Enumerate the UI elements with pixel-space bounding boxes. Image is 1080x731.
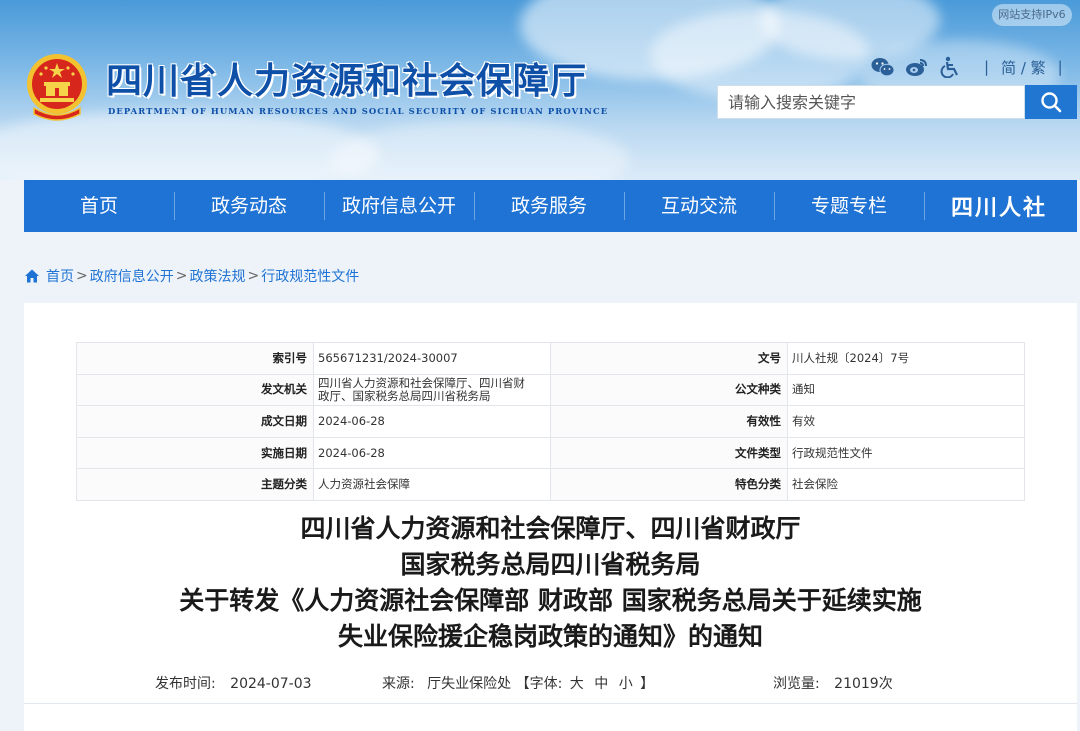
font-size-small-button[interactable]: 小 — [619, 676, 633, 692]
font-size-close: 】 — [640, 676, 655, 692]
separator: | — [1057, 58, 1063, 76]
meta-key: 文件类型 — [550, 436, 788, 470]
table-row: 实施日期 2024-06-28 文件类型 行政规范性文件 — [76, 436, 1025, 470]
meta-value: 2024-06-28 — [313, 436, 551, 470]
table-row: 发文机关 四川省人力资源和社会保障厅、四川省财 政厅、国家税务总局四川省税务局 … — [76, 373, 1025, 407]
font-size-large-button[interactable]: 大 — [570, 676, 584, 692]
meta-value-line: 政厅、国家税务总局四川省税务局 — [318, 388, 491, 403]
article-container: 索引号 565671231/2024-30007 文号 川人社规〔2024〕7号… — [24, 303, 1077, 731]
table-row: 成文日期 2024-06-28 有效性 有效 — [76, 405, 1025, 438]
meta-key: 实施日期 — [76, 436, 314, 470]
weibo-icon[interactable] — [904, 55, 930, 79]
article-title-line: 四川省人力资源和社会保障厅、四川省财政厅 — [300, 514, 801, 543]
nav-news[interactable]: 政务动态 — [174, 180, 324, 232]
breadcrumb-info-disclosure[interactable]: 政府信息公开 — [90, 266, 174, 286]
meta-key: 公文种类 — [550, 373, 788, 407]
main-nav: 首页 政务动态 政府信息公开 政务服务 互动交流 专题专栏 四川人社 — [24, 180, 1077, 232]
meta-value: 565671231/2024-30007 — [313, 342, 551, 375]
accessibility-icon[interactable] — [938, 55, 964, 79]
breadcrumb-separator: > — [247, 268, 260, 284]
meta-value: 行政规范性文件 — [787, 436, 1025, 470]
source-info: 来源: 厅失业保险处 【字体: 大 中 小 】 — [382, 673, 654, 693]
views-count: 21019次 — [834, 676, 893, 692]
table-row: 主题分类 人力资源社会保障 特色分类 社会保险 — [76, 468, 1025, 501]
nav-interaction[interactable]: 互动交流 — [624, 180, 774, 232]
nav-topics[interactable]: 专题专栏 — [774, 180, 924, 232]
breadcrumb: 首页 > 政府信息公开 > 政策法规 > 行政规范性文件 — [24, 266, 359, 286]
meta-key: 文号 — [550, 342, 788, 375]
home-icon — [25, 269, 39, 283]
nav-home[interactable]: 首页 — [24, 180, 174, 232]
article-title: 四川省人力资源和社会保障厅、四川省财政厅 国家税务总局四川省税务局 关于转发《人… — [24, 511, 1077, 655]
language-toggle[interactable]: 简 / 繁 — [1001, 57, 1046, 78]
search-icon — [1041, 92, 1062, 113]
nav-info-disclosure[interactable]: 政府信息公开 — [324, 180, 474, 232]
source-value: 厅失业保险处 — [427, 676, 512, 692]
meta-key: 特色分类 — [550, 468, 788, 501]
meta-value: 有效 — [787, 405, 1025, 438]
meta-key: 有效性 — [550, 405, 788, 438]
views-label: 浏览量: — [773, 676, 820, 692]
breadcrumb-policies[interactable]: 政策法规 — [189, 266, 245, 286]
breadcrumb-separator: > — [76, 268, 88, 284]
ipv6-badge: 网站支持IPv6 — [992, 4, 1072, 26]
search-button[interactable] — [1025, 85, 1077, 119]
publish-date: 2024-07-03 — [230, 676, 312, 692]
meta-value: 四川省人力资源和社会保障厅、四川省财 政厅、国家税务总局四川省税务局 — [313, 373, 551, 407]
meta-key: 索引号 — [76, 342, 314, 375]
meta-value: 2024-06-28 — [313, 405, 551, 438]
article-title-line: 国家税务总局四川省税务局 — [400, 550, 701, 579]
meta-value: 川人社规〔2024〕7号 — [787, 342, 1025, 375]
meta-key: 成文日期 — [76, 405, 314, 438]
breadcrumb-separator: > — [175, 268, 188, 284]
table-row: 索引号 565671231/2024-30007 文号 川人社规〔2024〕7号 — [76, 342, 1025, 375]
publish-label: 发布时间: — [155, 676, 216, 692]
meta-value: 人力资源社会保障 — [313, 468, 551, 501]
site-title[interactable]: 四川省人力资源和社会保障厅 — [106, 52, 587, 104]
wechat-icon[interactable] — [870, 55, 896, 79]
meta-value: 社会保险 — [787, 468, 1025, 501]
source-label: 来源: — [382, 676, 415, 692]
separator: | — [984, 58, 990, 76]
sichuan-renshe-brand-logo[interactable]: 四川人社 — [924, 180, 1074, 232]
publish-info: 发布时间: 2024-07-03 — [155, 673, 312, 693]
breadcrumb-normative-docs[interactable]: 行政规范性文件 — [261, 266, 359, 286]
article-title-line: 关于转发《人力资源社会保障部 财政部 国家税务总局关于延续实施 — [179, 586, 922, 615]
site-header: 四川省人力资源和社会保障厅 DEPARTMENT OF HUMAN RESOUR… — [0, 0, 1080, 180]
national-emblem-logo[interactable] — [24, 52, 90, 122]
font-size-label: 【字体: — [515, 676, 563, 692]
meta-value: 通知 — [787, 373, 1025, 407]
search-input[interactable] — [717, 85, 1025, 119]
article-title-line: 失业保险援企稳岗政策的通知》的通知 — [337, 622, 763, 651]
views-info: 浏览量: 21019次 — [773, 673, 893, 693]
meta-key: 主题分类 — [76, 468, 314, 501]
divider — [24, 703, 1077, 704]
breadcrumb-home[interactable]: 首页 — [46, 266, 74, 286]
document-metadata-table: 索引号 565671231/2024-30007 文号 川人社规〔2024〕7号… — [76, 342, 1025, 501]
nav-services[interactable]: 政务服务 — [474, 180, 624, 232]
meta-value-line: 四川省人力资源和社会保障厅、四川省财 — [318, 375, 525, 390]
header-tools: | 简 / 繁 | — [870, 54, 1075, 80]
font-size-medium-button[interactable]: 中 — [594, 676, 608, 692]
site-subtitle: DEPARTMENT OF HUMAN RESOURCES AND SOCIAL… — [108, 106, 609, 116]
meta-key: 发文机关 — [76, 373, 314, 407]
